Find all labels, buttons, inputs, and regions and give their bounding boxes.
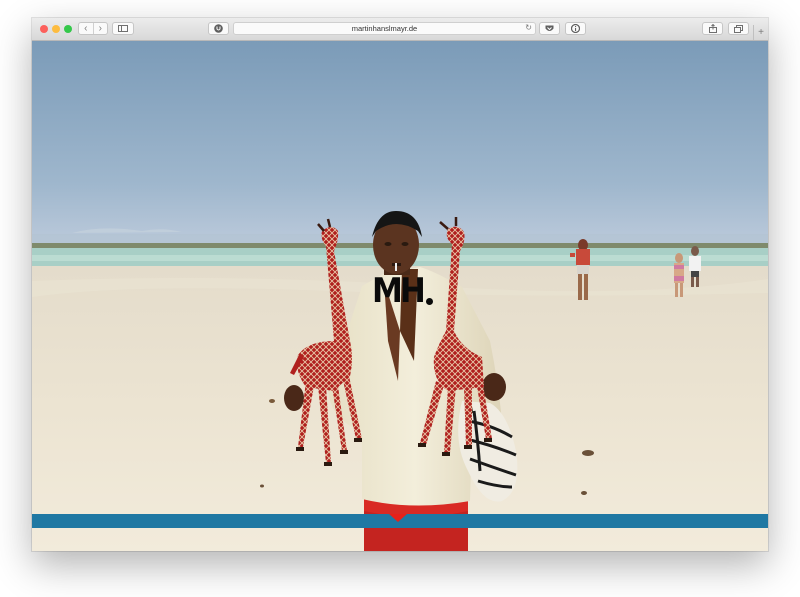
- scroll-down-indicator[interactable]: [389, 514, 407, 522]
- pocket-icon: [545, 25, 554, 31]
- share-button[interactable]: [702, 22, 723, 35]
- info-icon: [571, 24, 580, 33]
- ublock-extension-button[interactable]: [208, 22, 229, 35]
- close-window-button[interactable]: [40, 25, 48, 33]
- ublock-icon: [214, 24, 223, 33]
- reload-icon[interactable]: ↻: [525, 23, 532, 32]
- sidebar-icon: [118, 25, 128, 32]
- forward-button[interactable]: ›: [92, 23, 108, 34]
- minimize-window-button[interactable]: [52, 25, 60, 33]
- pocket-button[interactable]: [539, 22, 560, 35]
- logo-text: MH: [372, 271, 426, 311]
- nav-buttons: ‹ ›: [78, 22, 108, 35]
- new-tab-button[interactable]: +: [753, 25, 768, 40]
- address-bar[interactable]: martinhanslmayr.de ↻: [233, 22, 536, 35]
- info-button[interactable]: [565, 22, 586, 35]
- plus-icon: +: [758, 27, 764, 38]
- back-button[interactable]: ‹: [79, 23, 93, 34]
- browser-window: ‹ › martinhanslmayr.de ↻ + MH: [32, 18, 768, 551]
- browser-toolbar: ‹ › martinhanslmayr.de ↻ +: [32, 18, 768, 41]
- url-text: martinhanslmayr.de: [351, 24, 418, 33]
- chevron-right-icon: ›: [98, 23, 102, 34]
- tabs-icon: [734, 24, 743, 33]
- chevron-left-icon: ‹: [84, 23, 88, 34]
- sidebar-button[interactable]: [112, 22, 134, 35]
- share-icon: [708, 24, 717, 33]
- zoom-window-button[interactable]: [64, 25, 72, 33]
- tabs-overview-button[interactable]: [728, 22, 749, 35]
- logo-dot: [425, 298, 433, 305]
- page-content: MH: [32, 41, 768, 551]
- site-logo[interactable]: MH: [372, 271, 433, 311]
